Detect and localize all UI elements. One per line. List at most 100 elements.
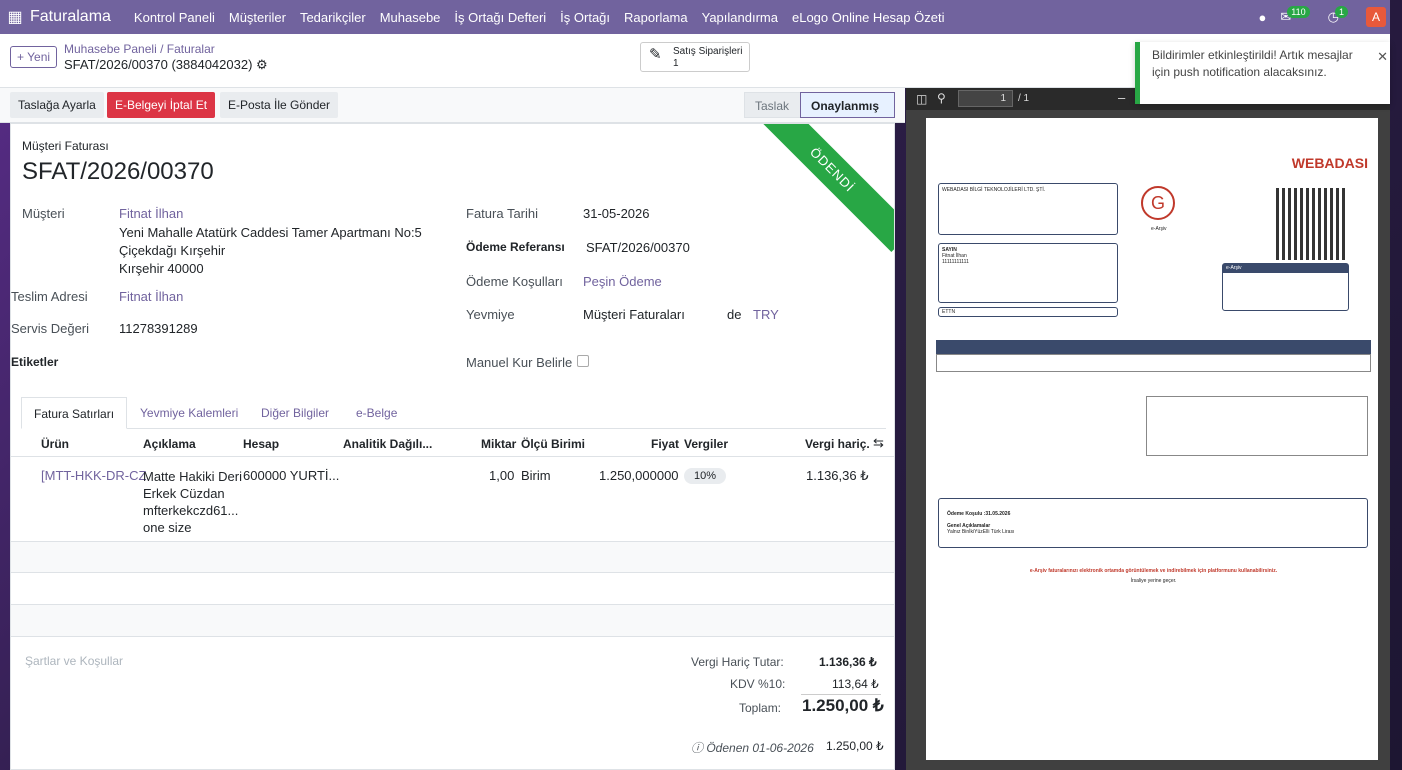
menu-item-dashboard[interactable]: Kontrol Paneli (127, 10, 222, 25)
app-brand[interactable]: Faturalama (30, 8, 111, 26)
pdf-viewer: ◫ ⚲ 1 / 1 – WEBADASI WEBADASI BİLGİ TEKN… (906, 88, 1390, 770)
buyer-box: SAYIN Fitnat İlhan 11111111111 (938, 243, 1118, 303)
col-uom[interactable]: Ölçü Birimi (521, 437, 585, 451)
currency-link[interactable]: TRY (753, 307, 779, 322)
cancel-edoc-button[interactable]: E-Belgeyi İptal Et (107, 92, 216, 118)
seller-name: WEBADASI BİLGİ TEKNOLOJİLERİ LTD. ŞTİ. (942, 187, 1046, 193)
breadcrumb-current: SFAT/2026/00370 (3884042032) (64, 57, 253, 72)
address-line-1: Yeni Mahalle Atatürk Caddesi Tamer Apart… (119, 225, 422, 240)
paid-label: Ödenen 01-06-2026 (706, 741, 814, 755)
tab-other-info[interactable]: Diğer Bilgiler (249, 397, 341, 429)
smart-count: 1 (673, 58, 679, 69)
line-price[interactable]: 1.250,000000 (599, 468, 679, 483)
seller-box: WEBADASI BİLGİ TEKNOLOJİLERİ LTD. ŞTİ. (938, 183, 1118, 235)
stage-posted[interactable]: Onaylanmış (800, 92, 895, 118)
close-icon[interactable]: ✕ (1377, 48, 1388, 65)
items-table-header (936, 340, 1371, 354)
terms-field[interactable]: Şartlar ve Koşullar (25, 654, 123, 668)
drop-icon[interactable]: ● (1259, 10, 1267, 25)
payment-line: Ödeme Koşulu :31.05.2026 (947, 511, 1011, 517)
tab-invoice-lines[interactable]: Fatura Satırları (21, 397, 128, 429)
col-taxes[interactable]: Vergiler (684, 437, 728, 451)
col-subtotal[interactable]: Vergi hariç. (805, 437, 870, 451)
service-value[interactable]: 11278391289 (119, 321, 198, 336)
webadasi-logo: WEBADASI (1291, 155, 1368, 171)
empty-row (11, 605, 894, 637)
paid-info[interactable]: ⓘ Ödenen 01-06-2026 (691, 739, 814, 756)
avatar[interactable]: A (1366, 7, 1386, 27)
line-account[interactable]: 600000 YURTİ... (243, 468, 339, 483)
delivery-link[interactable]: Fitnat İlhan (119, 289, 183, 304)
page-count: / 1 (1018, 93, 1030, 104)
notes-box: Ödeme Koşulu :31.05.2026 Genel Açıklamal… (938, 498, 1368, 548)
tax-badge[interactable]: 10% (684, 468, 727, 484)
invoice-info-box: e-Arşiv (1222, 263, 1349, 311)
col-quantity[interactable]: Miktar (481, 437, 516, 451)
tab-edocument[interactable]: e-Belge (344, 397, 409, 429)
journal-value[interactable]: Müşteri Faturaları (583, 307, 685, 322)
stage-draft[interactable]: Taslak (744, 92, 800, 118)
buyer-vkn: 11111111111 (942, 259, 969, 265)
empty-row (11, 573, 894, 605)
col-price[interactable]: Fiyat (651, 437, 679, 451)
items-table-row (936, 354, 1371, 372)
breadcrumb: Muhasebe Paneli / Faturalar SFAT/2026/00… (64, 42, 268, 72)
total-divider (801, 694, 881, 695)
pdf-page: WEBADASI WEBADASI BİLGİ TEKNOLOJİLERİ LT… (926, 118, 1378, 760)
in-label: de (727, 307, 742, 322)
menu-item-config[interactable]: Yapılandırma (695, 10, 785, 25)
menu-item-reporting[interactable]: Raporlama (617, 10, 695, 25)
manual-rate-checkbox[interactable] (577, 355, 589, 367)
terms-link[interactable]: Peşin Ödeme (583, 274, 662, 289)
col-description[interactable]: Açıklama (143, 437, 196, 451)
invoice-date[interactable]: 31-05-2026 (583, 206, 650, 221)
menu-item-vendors[interactable]: Tedarikçiler (293, 10, 373, 25)
tab-journal-items[interactable]: Yevmiye Kalemleri (128, 397, 250, 429)
line-qty[interactable]: 1,00 (489, 468, 514, 483)
top-navbar: ▦ Faturalama Kontrol Paneli Müşteriler T… (0, 0, 1390, 34)
ettn-label: ETTN (942, 309, 956, 315)
apps-menu-icon[interactable]: ▦ (0, 7, 30, 27)
line-product[interactable]: [MTT-HKK-DR-CZ (41, 468, 146, 483)
status-bar: Taslağa Ayarla E-Belgeyi İptal Et E-Post… (0, 88, 905, 123)
qr-code-icon (1276, 188, 1348, 260)
menu-item-elogo[interactable]: eLogo Online Hesap Özeti (785, 10, 951, 25)
ettn-box: ETTN (938, 307, 1118, 317)
totals-table (1146, 396, 1368, 456)
col-product[interactable]: Ürün (41, 437, 69, 451)
new-button[interactable]: + Yeni (10, 46, 58, 68)
desc-line-3: mfterkekczd61... (143, 503, 239, 518)
desc-line-4: one size (143, 520, 192, 535)
gib-logo-icon: G (1141, 186, 1175, 220)
activity-icon[interactable]: ◷1 (1328, 6, 1352, 25)
payref-value[interactable]: SFAT/2026/00370 (586, 240, 690, 255)
set-draft-button[interactable]: Taslağa Ayarla (10, 92, 104, 118)
invoice-number: SFAT/2026/00370 (22, 158, 214, 185)
menu-item-customers[interactable]: Müşteriler (222, 10, 293, 25)
breadcrumb-parent[interactable]: Muhasebe Paneli / Faturalar (64, 42, 268, 57)
menu-item-partner[interactable]: İş Ortağı (553, 10, 617, 25)
messages-badge: 110 (1287, 6, 1310, 18)
messages-icon[interactable]: ✉110 (1280, 6, 1313, 25)
customer-link[interactable]: Fitnat İlhan (119, 206, 183, 221)
column-settings-icon[interactable]: ⇆ (873, 435, 884, 451)
invoice-form: ÖDENDİ Müşteri Faturası SFAT/2026/00370 … (10, 123, 895, 770)
sale-orders-smart-button[interactable]: ✎ Satış Siparişleri 1 (640, 42, 750, 72)
sidebar-toggle-icon[interactable]: ◫ (916, 92, 927, 106)
col-account[interactable]: Hesap (243, 437, 279, 451)
footer-note: e-Arşiv faturalarınızı elektronik ortamd… (1029, 568, 1278, 574)
menu-item-accounting[interactable]: Muhasebe (373, 10, 448, 25)
line-uom[interactable]: Birim (521, 468, 551, 483)
search-icon[interactable]: ⚲ (937, 91, 946, 105)
gear-icon[interactable]: ⚙ (256, 57, 268, 72)
send-email-button[interactable]: E-Posta İle Gönder (220, 92, 339, 118)
menu-item-partner-ledger[interactable]: İş Ortağı Defteri (447, 10, 553, 25)
col-analytic[interactable]: Analitik Dağılı... (343, 437, 432, 451)
kdv-label: KDV %10: (730, 677, 786, 691)
delivery-label: Teslim Adresi (11, 289, 88, 304)
service-label: Servis Değeri (11, 321, 90, 336)
zoom-out-icon[interactable]: – (1118, 90, 1125, 105)
page-input[interactable]: 1 (958, 90, 1013, 107)
address-line-2: Çiçekdağı Kırşehir (119, 243, 226, 258)
line-description[interactable]: Matte Hakiki Deri Erkek Cüzdan mfterkekc… (143, 468, 242, 536)
